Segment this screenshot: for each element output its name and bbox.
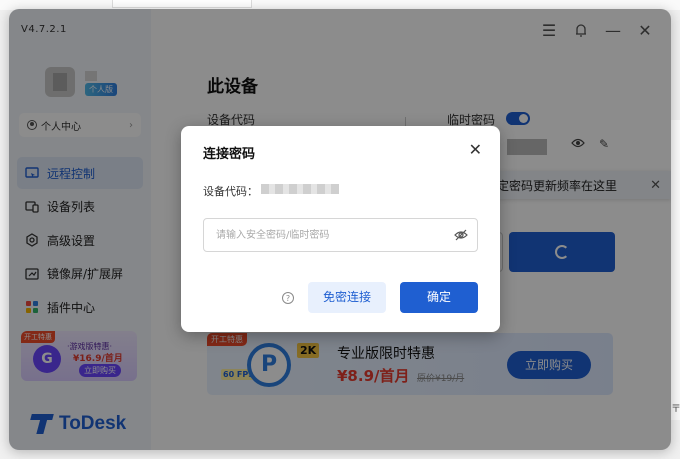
help-icon[interactable]: ? (282, 292, 294, 304)
password-input[interactable] (203, 218, 478, 252)
connection-password-dialog: 连接密码 ✕ 设备代码： ? 免密连接 确定 (181, 126, 500, 332)
password-free-connect-button[interactable]: 免密连接 (308, 282, 386, 313)
background-tab (112, 0, 252, 8)
close-icon[interactable]: ✕ (469, 140, 482, 159)
confirm-button[interactable]: 确定 (400, 282, 478, 313)
dialog-device-code-masked (261, 184, 339, 194)
dialog-device-code-label: 设备代码： (203, 185, 258, 198)
eye-off-icon[interactable] (453, 227, 469, 243)
background-glyph: 〒 (671, 404, 680, 415)
dialog-title: 连接密码 (203, 147, 256, 162)
